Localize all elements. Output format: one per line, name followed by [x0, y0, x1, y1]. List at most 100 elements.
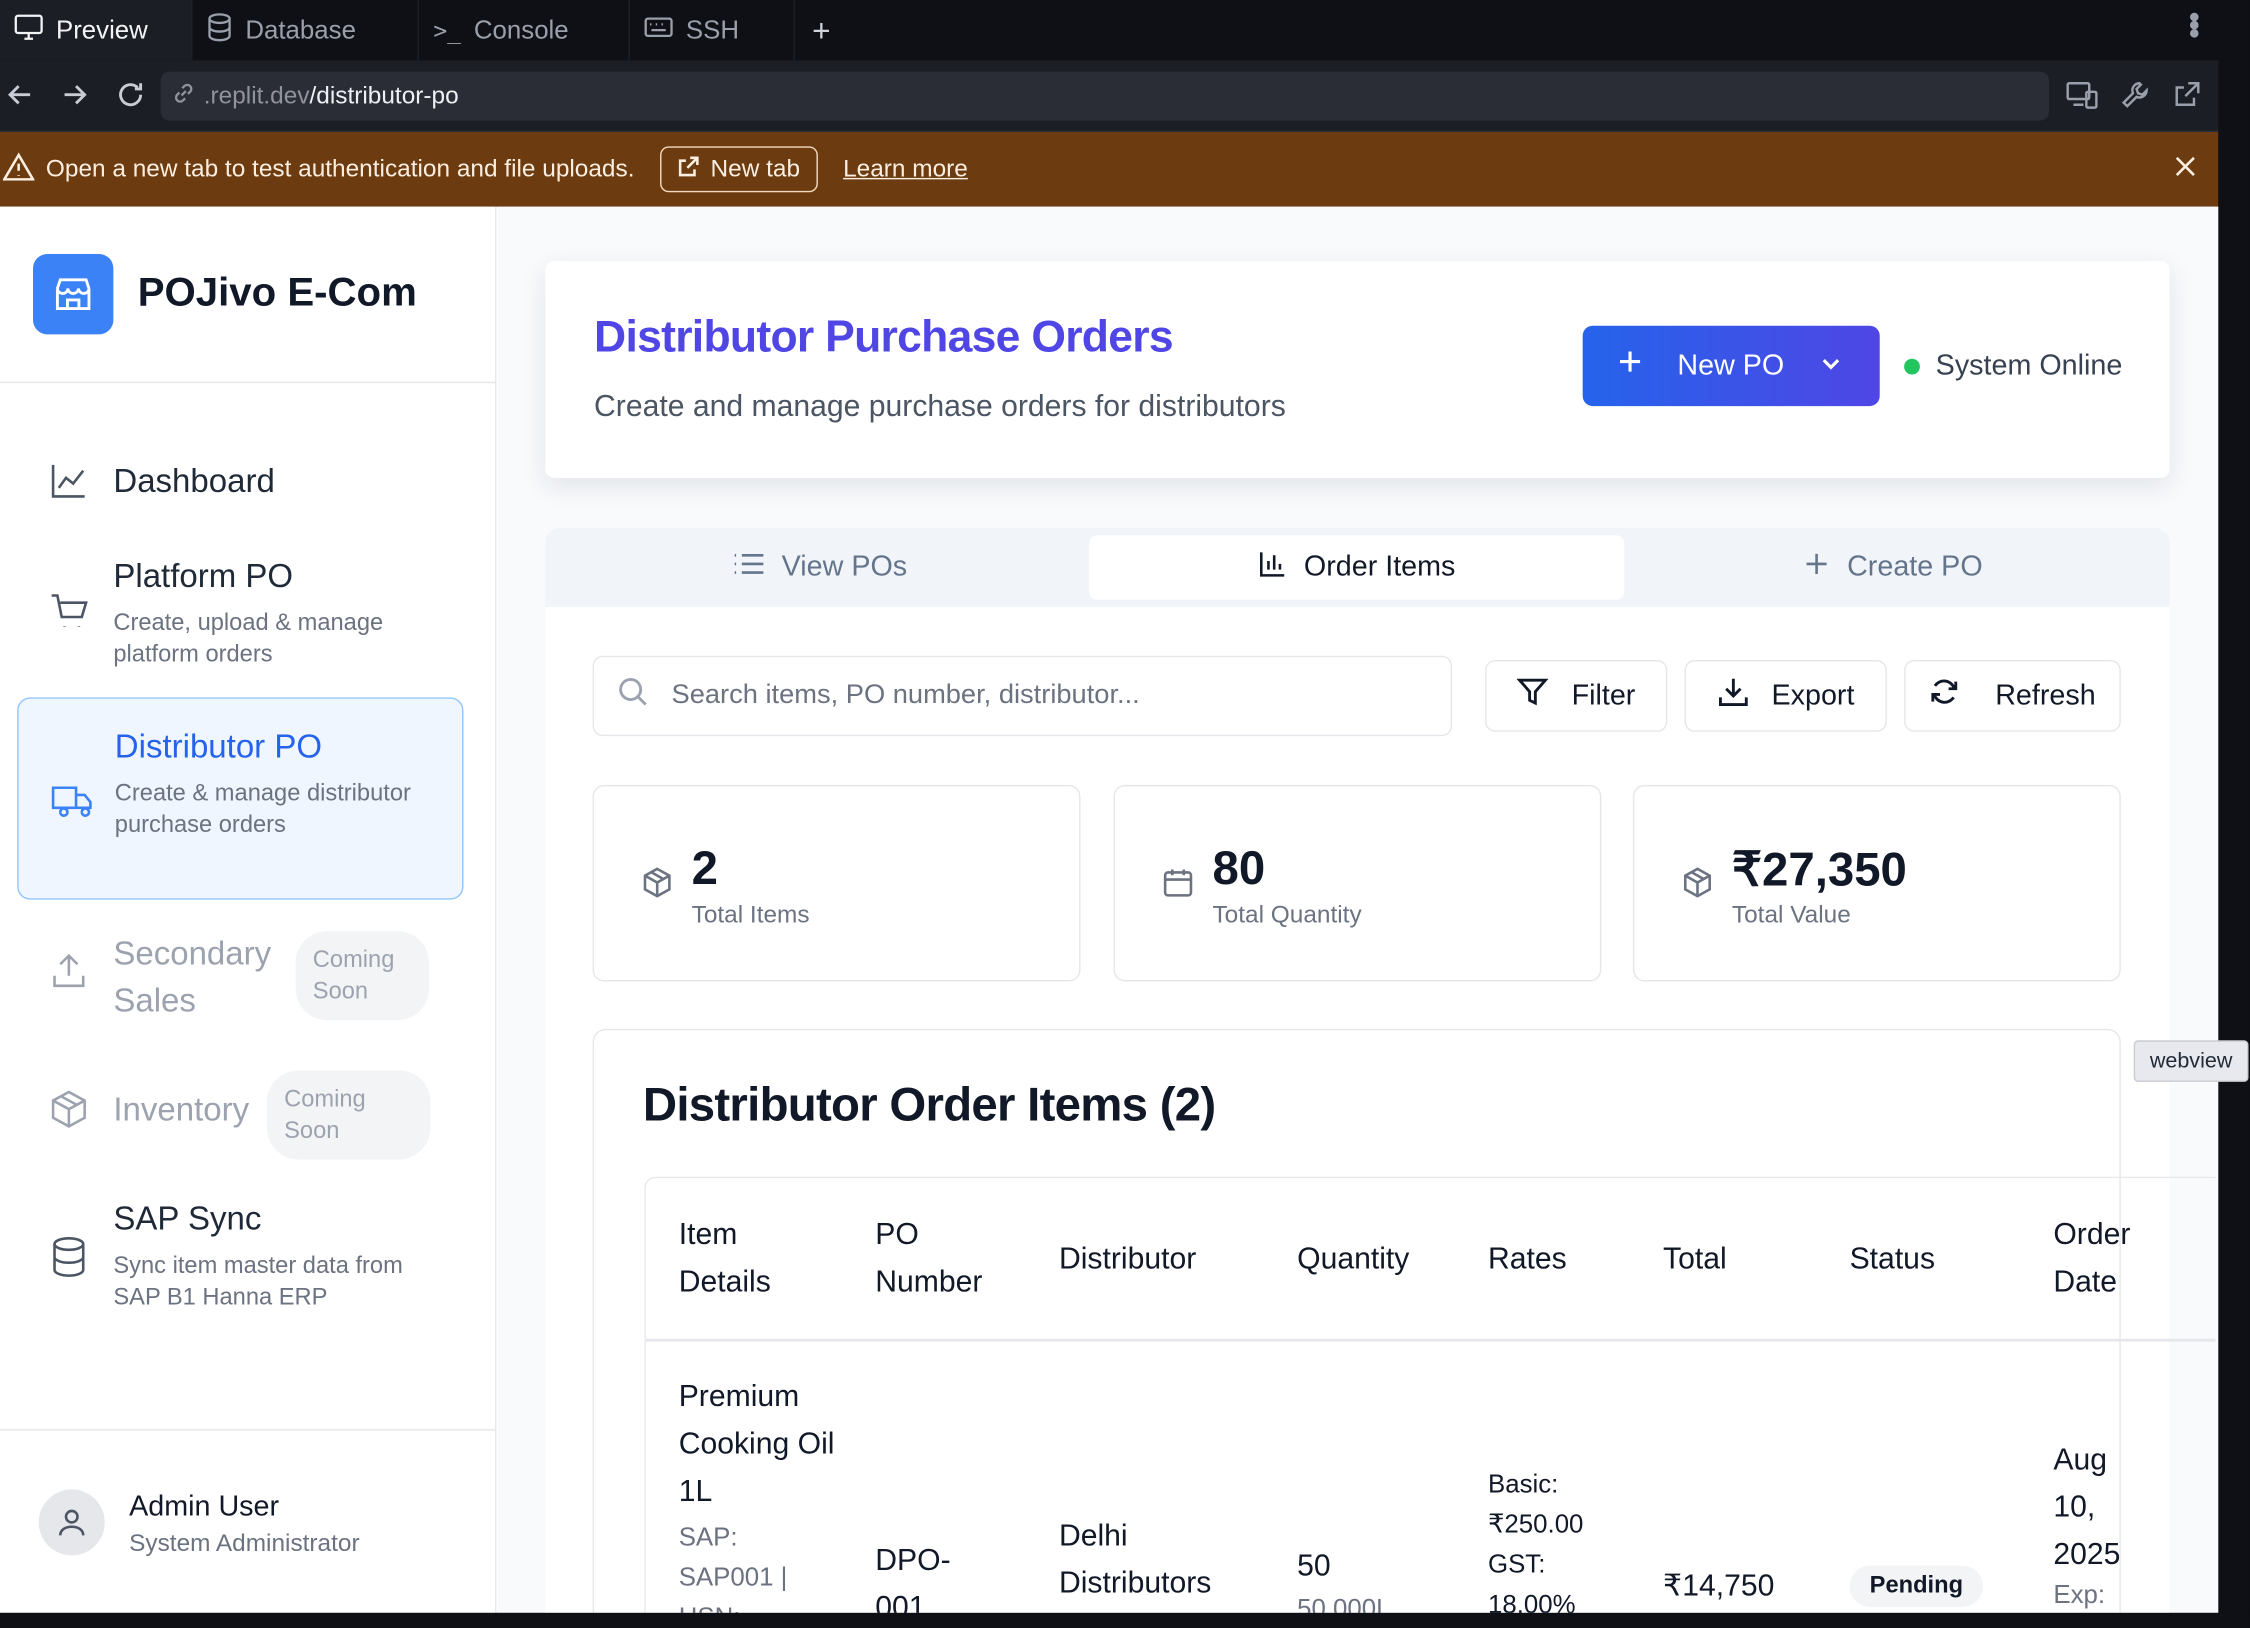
po-number[interactable]: DPO-001	[875, 1537, 961, 1613]
new-tab-button[interactable]: New tab	[660, 146, 818, 193]
system-status: System Online	[1904, 350, 2122, 383]
tab-order-items[interactable]: Order Items	[1089, 535, 1625, 600]
more-menu-icon[interactable]: •••	[2175, 11, 2213, 36]
window-edge	[2218, 60, 2250, 1628]
devices-icon[interactable]	[2066, 80, 2098, 116]
sidebar-item-platform-po[interactable]: Platform PO Create, upload & manage plat…	[17, 537, 463, 680]
info-banner: Open a new tab to test authentication an…	[0, 132, 2219, 207]
sidebar-item-label: SAP Sync	[113, 1199, 262, 1237]
search-input[interactable]: Search items, PO number, distributor...	[592, 655, 1453, 737]
wrench-icon[interactable]	[2121, 80, 2150, 116]
order-items-panel: Search items, PO number, distributor... …	[545, 606, 2216, 1613]
rate-basic: Basic: ₹250.00	[1487, 1469, 1584, 1539]
stat-value: 80	[1212, 840, 1266, 894]
brand-name: POJivo E-Com	[137, 269, 417, 315]
stat-value: ₹27,350	[1731, 842, 1907, 896]
refresh-button[interactable]: Refresh	[1904, 660, 2121, 732]
filter-button[interactable]: Filter	[1485, 660, 1668, 732]
tab-preview[interactable]: Preview	[0, 0, 193, 61]
column-header[interactable]: Distributor	[1059, 1235, 1196, 1282]
order-items-table: Item Details PO Number Distributor Quant…	[644, 1176, 2216, 1613]
learn-more-link[interactable]: Learn more	[843, 155, 968, 184]
new-tab-plus-icon[interactable]: +	[812, 13, 830, 50]
user-name: Admin User	[129, 1490, 280, 1523]
item-meta: SAP: SAP001 | HSN:	[678, 1522, 788, 1612]
search-icon	[617, 676, 649, 716]
stat-label: Total Quantity	[1212, 901, 1362, 929]
column-header[interactable]: Status	[1850, 1235, 1935, 1282]
column-header[interactable]: Quantity	[1297, 1235, 1409, 1282]
address-field[interactable]: .replit.dev/distributor-po	[160, 71, 2050, 121]
ide-tab-bar: Preview Database >_ Console SSH + •••	[0, 0, 2250, 61]
tab-label: Order Items	[1303, 551, 1456, 583]
sidebar-item-inventory: Inventory Coming Soon	[17, 1053, 463, 1162]
column-header[interactable]: PO Number	[875, 1211, 1018, 1306]
filter-icon	[1516, 676, 1549, 716]
tab-label: Console	[473, 15, 569, 44]
page-title: Distributor Purchase Orders	[594, 311, 1174, 362]
sidebar-item-dashboard[interactable]: Dashboard	[17, 430, 463, 530]
webview-tooltip: webview	[2133, 1040, 2249, 1082]
external-link-icon	[678, 154, 701, 184]
url-bar: .replit.dev/distributor-po	[0, 60, 2222, 133]
external-link-icon[interactable]	[2172, 80, 2201, 116]
header-divider	[645, 1338, 2216, 1341]
column-header[interactable]: Order Date	[2053, 1211, 2168, 1306]
close-icon[interactable]	[2172, 154, 2198, 187]
package-icon	[49, 1089, 89, 1136]
user-profile[interactable]: Admin User System Administrator	[0, 1429, 497, 1613]
package-icon	[641, 867, 673, 906]
column-header[interactable]: Item Details	[679, 1211, 822, 1306]
stat-label: Total Items	[691, 901, 810, 929]
tab-console[interactable]: >_ Console	[419, 0, 630, 61]
page-subtitle: Create and manage purchase orders for di…	[594, 390, 1286, 424]
refresh-icon	[1929, 676, 1961, 716]
plus-icon	[1804, 550, 1830, 584]
tab-ssh[interactable]: SSH	[630, 0, 795, 61]
back-arrow-icon[interactable]	[6, 79, 35, 118]
sidebar-item-desc: Create & manage distributor purchase ord…	[114, 780, 411, 838]
list-icon	[733, 550, 765, 584]
brand: POJivo E-Com	[0, 207, 497, 384]
page-header: Distributor Purchase Orders Create and m…	[545, 261, 2170, 478]
sidebar-item-label: Secondary Sales	[113, 934, 272, 1019]
coming-soon-badge: Coming Soon	[266, 1070, 431, 1160]
tab-label: View POs	[781, 551, 908, 583]
sidebar-item-distributor-po[interactable]: Distributor PO Create & manage distribut…	[17, 697, 464, 900]
expiry-label: Exp:	[2053, 1579, 2106, 1609]
sidebar: POJivo E-Com Dashboard Platform PO Creat…	[0, 206, 497, 1613]
tab-label: Database	[245, 15, 356, 44]
stat-card-total-quantity: 80 Total Quantity	[1113, 784, 1602, 982]
url-path: /distributor-po	[309, 81, 459, 110]
sidebar-item-label: Inventory	[113, 1090, 250, 1128]
tab-label: SSH	[685, 15, 739, 44]
sidebar-item-label: Dashboard	[113, 462, 275, 500]
main-content: Distributor Purchase Orders Create and m…	[497, 206, 2219, 1613]
column-header[interactable]: Rates	[1488, 1235, 1567, 1282]
order-date: Aug 10, 2025	[2053, 1443, 2121, 1572]
column-header[interactable]: Total	[1663, 1235, 1727, 1282]
quantity-sub: 50.000L	[1297, 1594, 1391, 1613]
sidebar-item-sap-sync[interactable]: SAP Sync Sync item master data from SAP …	[17, 1188, 463, 1324]
forward-arrow-icon[interactable]	[60, 79, 89, 118]
po-tabs: View POs Order Items Create PO	[545, 528, 2170, 607]
quantity-value: 50	[1297, 1549, 1331, 1583]
status-badge: Pending	[1849, 1565, 1984, 1608]
refresh-label: Refresh	[1995, 679, 2096, 711]
tab-create-po[interactable]: Create PO	[1626, 535, 2161, 600]
tab-view-pos[interactable]: View POs	[552, 535, 1087, 600]
cart-icon	[49, 591, 89, 638]
new-po-button[interactable]: New PO	[1582, 325, 1880, 407]
stat-card-total-items: 2 Total Items	[592, 784, 1081, 982]
reload-icon[interactable]	[115, 79, 147, 118]
sidebar-item-secondary-sales: Secondary Sales Coming Soon	[17, 913, 463, 1028]
distributor-name: Delhi Distributors	[1058, 1519, 1212, 1600]
export-button[interactable]: Export	[1684, 660, 1887, 732]
rate-gst: GST: 18.00%	[1487, 1549, 1576, 1613]
tab-database[interactable]: Database	[192, 0, 419, 61]
new-tab-label: New tab	[710, 154, 801, 183]
monitor-icon	[14, 13, 43, 47]
coming-soon-badge: Coming Soon	[295, 931, 430, 1021]
export-label: Export	[1771, 679, 1855, 711]
sidebar-item-desc: Sync item master data from SAP B1 Hanna …	[113, 1252, 403, 1311]
